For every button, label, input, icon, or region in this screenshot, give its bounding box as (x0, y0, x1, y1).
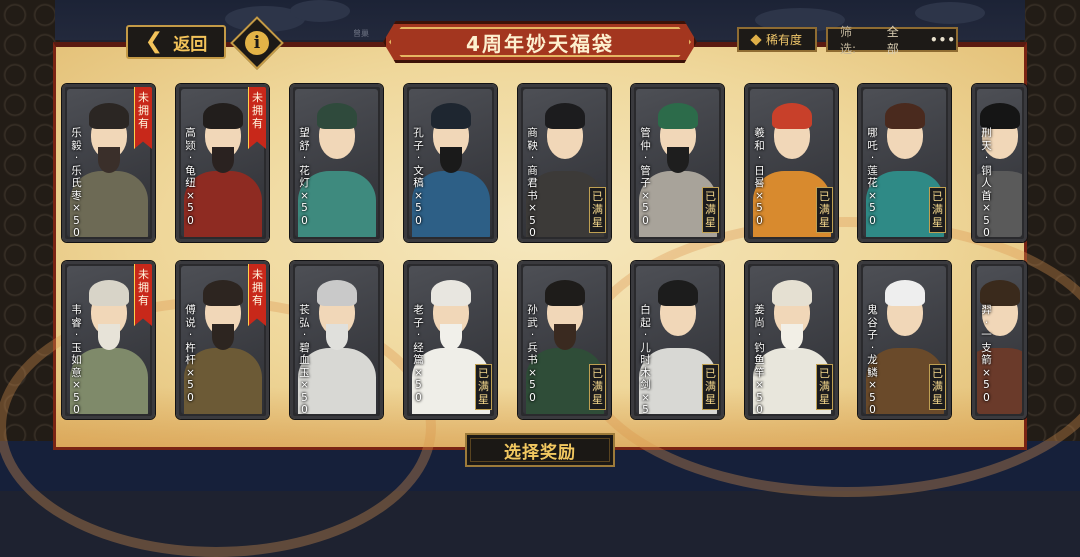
rarity-label: 稀有度 (765, 33, 802, 47)
hero-card[interactable]: 姜尚·钓鱼竿×50 已满星 (744, 260, 839, 420)
reward-name: 管仲·管子×50 (640, 127, 651, 227)
reward-name: 羿·一支箭×50 (981, 304, 992, 404)
hero-card[interactable]: 老子·经篇×50 已满星 (403, 260, 498, 420)
portrait-beard (211, 324, 234, 350)
reward-name: 孔子·文稿×50 (413, 127, 424, 227)
unowned-badge: 未拥有 (134, 264, 152, 326)
max-star-badge: 已满星 (702, 364, 719, 410)
reward-name: 白起·儿时木剑×50 (640, 304, 651, 416)
max-star-badge: 已满星 (475, 364, 492, 410)
hero-card[interactable]: 管仲·管子×50 已满星 (630, 83, 725, 243)
reward-name: 傅说·杵杆×50 (185, 304, 196, 404)
page-title: 4周年妙天福袋 (466, 31, 614, 56)
portrait-hair (202, 103, 243, 129)
reward-name: 高颎·龟纽×50 (185, 127, 196, 227)
portrait-hair (88, 280, 129, 306)
reward-name: 孙武·兵书×50 (527, 304, 538, 404)
portrait-hair (657, 280, 698, 306)
hero-card[interactable]: 羲和·日晷×50 已满星 (744, 83, 839, 243)
reward-name: 商鞅·商君书×50 (527, 127, 538, 239)
hero-card[interactable]: 乐毅·乐氏枣×50 未拥有 (61, 83, 156, 243)
portrait-hair (88, 103, 129, 129)
reward-name: 鬼谷子·龙鳞×50 (867, 304, 878, 416)
portrait-beard (780, 324, 803, 350)
reward-name: 乐毅·乐氏枣×50 (71, 127, 82, 239)
portrait-hair (430, 103, 471, 129)
hero-card[interactable]: 苌弘·碧血玉×50 (289, 260, 384, 420)
reward-name: 姜尚·钓鱼竿×50 (754, 304, 765, 416)
title-banner: 4周年妙天福袋 (383, 21, 697, 63)
hero-card[interactable]: 商鞅·商君书×50 已满星 (517, 83, 612, 243)
portrait-beard (325, 324, 348, 350)
hero-card[interactable]: 傅说·杵杆×50 未拥有 (175, 260, 270, 420)
unowned-badge: 未拥有 (248, 264, 266, 326)
unowned-badge: 未拥有 (134, 87, 152, 149)
portrait-beard (439, 147, 462, 173)
chevron-left-icon: ❮ (144, 29, 164, 54)
portrait-beard (439, 324, 462, 350)
max-star-badge: 已满星 (816, 187, 833, 233)
portrait-hair (544, 103, 585, 129)
portrait-hair (544, 280, 585, 306)
unowned-badge: 未拥有 (248, 87, 266, 149)
more-icon[interactable]: ••• (930, 33, 956, 47)
portrait-hair (771, 280, 812, 306)
filter-label: 筛选: (840, 24, 857, 56)
back-label: 返回 (173, 34, 208, 55)
select-reward-button[interactable]: 选择奖励 (465, 433, 615, 467)
background-label: 曾巢 (353, 29, 369, 38)
hero-card[interactable]: 高颎·龟纽×50 未拥有 (175, 83, 270, 243)
hero-card[interactable]: 鬼谷子·龙鳞×50 已满星 (857, 260, 952, 420)
reward-name: 苌弘·碧血玉×50 (299, 304, 310, 416)
diamond-icon (750, 33, 762, 46)
reward-name: 哪吒·莲花×50 (867, 127, 878, 227)
portrait-hair (979, 280, 1020, 306)
portrait-hair (771, 103, 812, 129)
back-button[interactable]: ❮ 返回 (126, 25, 226, 59)
reward-name: 韦睿·玉如意×50 (71, 304, 82, 416)
hero-card[interactable]: 韦睿·玉如意×50 未拥有 (61, 260, 156, 420)
filter-dropdown[interactable]: 筛选: 全部 ••• (826, 25, 958, 56)
filter-value: 全部 (886, 24, 899, 56)
reward-name: 羲和·日晷×50 (754, 127, 765, 227)
hero-card[interactable]: 孙武·兵书×50 已满星 (517, 260, 612, 420)
reward-name: 老子·经篇×50 (413, 304, 424, 404)
hero-card[interactable]: 孔子·文稿×50 (403, 83, 498, 243)
portrait-hair (884, 103, 925, 129)
portrait-hair (430, 280, 471, 306)
max-star-badge: 已满星 (702, 187, 719, 233)
portrait-hair (316, 280, 357, 306)
rarity-sort-button[interactable]: 稀有度 (737, 27, 817, 52)
portrait-hair (657, 103, 698, 129)
portrait-beard (553, 324, 576, 350)
max-star-badge: 已满星 (929, 187, 946, 233)
portrait-beard (211, 147, 234, 173)
portrait-hair (316, 103, 357, 129)
hero-card[interactable]: 哪吒·莲花×50 已满星 (857, 83, 952, 243)
max-star-badge: 已满星 (816, 364, 833, 410)
portrait-beard (666, 147, 689, 173)
info-icon: i (245, 31, 269, 55)
max-star-badge: 已满星 (589, 187, 606, 233)
hero-card[interactable]: 白起·儿时木剑×50 已满星 (630, 260, 725, 420)
max-star-badge: 已满星 (929, 364, 946, 410)
portrait-beard (97, 147, 120, 173)
select-reward-label: 选择奖励 (504, 442, 576, 463)
portrait-hair (884, 280, 925, 306)
portrait-hair (202, 280, 243, 306)
reward-name: 望舒·花灯×50 (299, 127, 310, 227)
portrait-beard (97, 324, 120, 350)
hero-card[interactable]: 望舒·花灯×50 (289, 83, 384, 243)
hero-card[interactable]: 刑天·铜人首×50 (971, 83, 1028, 243)
hero-card[interactable]: 羿·一支箭×50 (971, 260, 1028, 420)
portrait-hair (979, 103, 1020, 129)
max-star-badge: 已满星 (589, 364, 606, 410)
reward-name: 刑天·铜人首×50 (981, 127, 992, 239)
